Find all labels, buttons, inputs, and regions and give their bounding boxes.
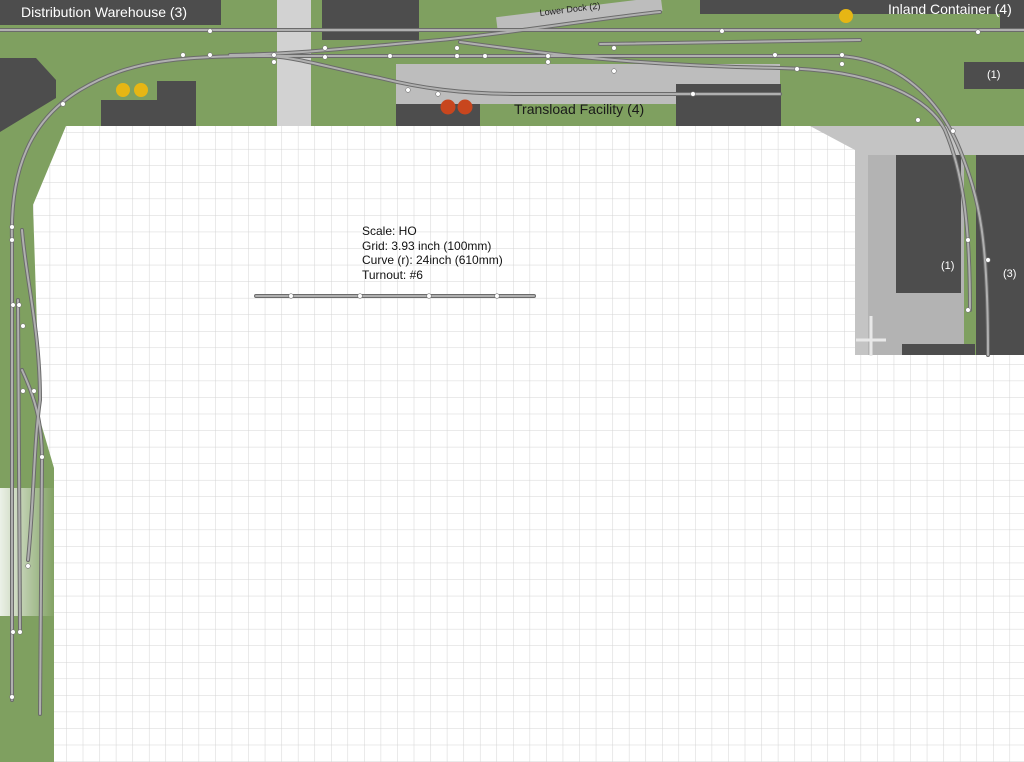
layout-plan: Distribution Warehouse (3) Inland Contai…	[0, 0, 1024, 762]
tank-yellow	[134, 83, 148, 97]
label-spot-right-inner: (1)	[941, 260, 955, 272]
label-spot-upper-right: (1)	[987, 69, 1001, 81]
tank-orange	[440, 99, 456, 115]
label-inland-container: Inland Container (4)	[888, 1, 1012, 17]
building-right-inner	[896, 155, 961, 293]
plan-legend: Scale: HO Grid: 3.93 inch (100mm) Curve …	[362, 224, 503, 282]
label-spot-right-outer: (3)	[1003, 268, 1017, 280]
legend-scale: Scale: HO	[362, 224, 417, 238]
track-plan-canvas	[0, 0, 1024, 762]
label-distribution-warehouse: Distribution Warehouse (3)	[21, 4, 187, 20]
transload-building-right	[676, 84, 781, 126]
legend-grid: Grid: 3.93 inch (100mm)	[362, 238, 492, 253]
legend-curve: Curve (r): 24inch (610mm)	[362, 253, 503, 267]
building-bottom-right	[902, 344, 975, 355]
tank-yellow	[839, 9, 853, 23]
building-top-center	[322, 0, 419, 40]
label-transload-facility: Transload Facility (4)	[514, 101, 645, 117]
tank-yellow	[116, 83, 130, 97]
tank-orange	[457, 99, 473, 115]
legend-turnout: Turnout: #6	[362, 267, 423, 282]
